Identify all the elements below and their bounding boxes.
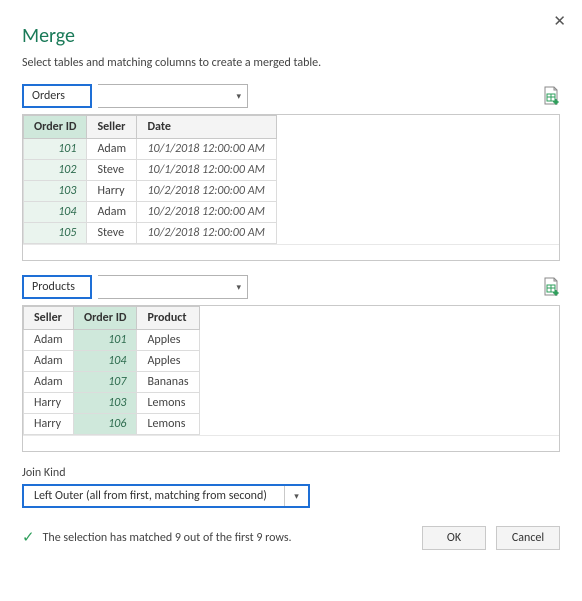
table-row[interactable]: Adam104Apples bbox=[24, 351, 200, 372]
cell-seller[interactable]: Harry bbox=[24, 393, 74, 414]
chevron-down-icon: ▾ bbox=[236, 91, 241, 102]
cell-order-id[interactable]: 107 bbox=[74, 372, 137, 393]
ok-button[interactable]: OK bbox=[422, 526, 486, 550]
cell-seller[interactable]: Harry bbox=[87, 181, 137, 202]
table1-grid: Order IDSellerDate 101Adam10/1/2018 12:0… bbox=[22, 114, 560, 261]
table1-select-value: Orders bbox=[32, 89, 65, 103]
cell-seller[interactable]: Adam bbox=[87, 139, 137, 160]
column-header[interactable]: Seller bbox=[87, 116, 137, 139]
column-header[interactable]: Seller bbox=[24, 307, 74, 330]
cell-seller[interactable]: Adam bbox=[24, 372, 74, 393]
cell-order-id[interactable]: 103 bbox=[74, 393, 137, 414]
table1-col-select[interactable]: ▾ bbox=[98, 84, 248, 108]
cell-date[interactable]: 10/1/2018 12:00:00 AM bbox=[137, 139, 277, 160]
column-header[interactable]: Product bbox=[137, 307, 199, 330]
cell-order-id[interactable]: 103 bbox=[24, 181, 87, 202]
table-row[interactable]: Harry106Lemons bbox=[24, 414, 200, 435]
table-settings-icon[interactable] bbox=[542, 277, 560, 297]
cell-date[interactable]: 10/2/2018 12:00:00 AM bbox=[137, 181, 277, 202]
table1-picker-row: Orders ▾ bbox=[22, 84, 560, 108]
chevron-down-icon: ▾ bbox=[236, 282, 241, 293]
cell-product[interactable]: Lemons bbox=[137, 414, 199, 435]
cell-order-id[interactable]: 101 bbox=[74, 330, 137, 351]
table-row[interactable]: 104Adam10/2/2018 12:00:00 AM bbox=[24, 202, 277, 223]
column-header[interactable]: Order ID bbox=[74, 307, 137, 330]
cell-seller[interactable]: Harry bbox=[24, 414, 74, 435]
check-icon: ✓ bbox=[22, 531, 35, 546]
cell-product[interactable]: Apples bbox=[137, 351, 199, 372]
cell-seller[interactable]: Steve bbox=[87, 223, 137, 244]
table-row[interactable]: 105Steve10/2/2018 12:00:00 AM bbox=[24, 223, 277, 244]
cell-date[interactable]: 10/2/2018 12:00:00 AM bbox=[137, 223, 277, 244]
table-row[interactable]: Adam107Bananas bbox=[24, 372, 200, 393]
cell-seller[interactable]: Adam bbox=[87, 202, 137, 223]
cell-date[interactable]: 10/1/2018 12:00:00 AM bbox=[137, 160, 277, 181]
table-row[interactable]: Harry103Lemons bbox=[24, 393, 200, 414]
table-settings-icon[interactable] bbox=[542, 86, 560, 106]
table2-grid: SellerOrder IDProduct Adam101ApplesAdam1… bbox=[22, 305, 560, 452]
table2-col-select[interactable]: ▾ bbox=[98, 275, 248, 299]
table-row[interactable]: Adam101Apples bbox=[24, 330, 200, 351]
merge-dialog: ✕ Merge Select tables and matching colum… bbox=[0, 0, 582, 566]
cell-order-id[interactable]: 104 bbox=[24, 202, 87, 223]
join-kind-label: Join Kind bbox=[22, 466, 560, 480]
join-kind-select[interactable]: Left Outer (all from first, matching fro… bbox=[22, 484, 310, 508]
cell-order-id[interactable]: 104 bbox=[74, 351, 137, 372]
status-row: ✓ The selection has matched 9 out of the… bbox=[22, 526, 560, 550]
column-header[interactable]: Date bbox=[137, 116, 277, 139]
close-icon[interactable]: ✕ bbox=[553, 12, 566, 30]
cell-seller[interactable]: Adam bbox=[24, 330, 74, 351]
table-row[interactable]: 102Steve10/1/2018 12:00:00 AM bbox=[24, 160, 277, 181]
cell-product[interactable]: Apples bbox=[137, 330, 199, 351]
cell-order-id[interactable]: 101 bbox=[24, 139, 87, 160]
cell-product[interactable]: Bananas bbox=[137, 372, 199, 393]
cell-order-id[interactable]: 105 bbox=[24, 223, 87, 244]
cell-order-id[interactable]: 102 bbox=[24, 160, 87, 181]
chevron-down-icon: ▾ bbox=[284, 486, 308, 506]
column-header[interactable]: Order ID bbox=[24, 116, 87, 139]
dialog-title: Merge bbox=[22, 24, 560, 48]
dialog-subtitle: Select tables and matching columns to cr… bbox=[22, 56, 560, 70]
table2-select-value: Products bbox=[32, 280, 75, 294]
table2-select[interactable]: Products bbox=[22, 275, 92, 299]
cancel-button[interactable]: Cancel bbox=[496, 526, 560, 550]
cell-seller[interactable]: Adam bbox=[24, 351, 74, 372]
table1-select[interactable]: Orders bbox=[22, 84, 92, 108]
join-kind-value: Left Outer (all from first, matching fro… bbox=[24, 489, 284, 503]
status-text: The selection has matched 9 out of the f… bbox=[43, 531, 422, 545]
table2-picker-row: Products ▾ bbox=[22, 275, 560, 299]
table-row[interactable]: 101Adam10/1/2018 12:00:00 AM bbox=[24, 139, 277, 160]
cell-date[interactable]: 10/2/2018 12:00:00 AM bbox=[137, 202, 277, 223]
cell-order-id[interactable]: 106 bbox=[74, 414, 137, 435]
table-row[interactable]: 103Harry10/2/2018 12:00:00 AM bbox=[24, 181, 277, 202]
cell-product[interactable]: Lemons bbox=[137, 393, 199, 414]
cell-seller[interactable]: Steve bbox=[87, 160, 137, 181]
